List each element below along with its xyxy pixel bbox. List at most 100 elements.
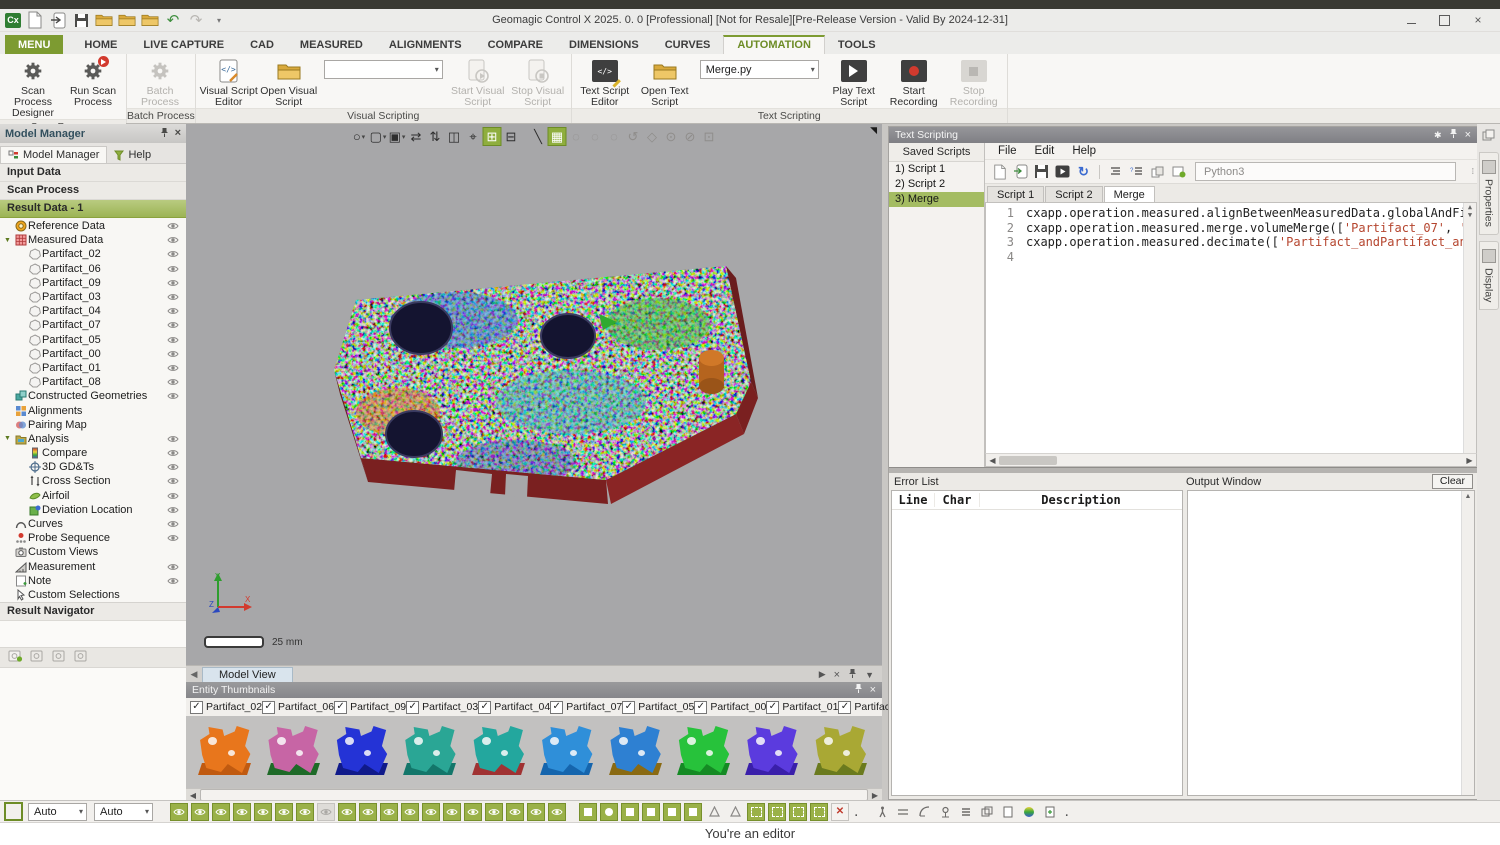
display-mode-icon[interactable]: ○▾ bbox=[350, 127, 369, 146]
thumbnail-partifact_09[interactable] bbox=[329, 721, 397, 783]
navigator-tool-icon-2[interactable] bbox=[30, 649, 45, 667]
tree-item-measurement[interactable]: Measurement bbox=[0, 560, 186, 574]
output-scrollbar[interactable]: ▲ bbox=[1461, 491, 1474, 795]
tree-item-note[interactable]: Note bbox=[0, 574, 186, 588]
qat-dropdown-icon[interactable]: ▾ bbox=[210, 12, 228, 28]
page-plus-icon[interactable] bbox=[1041, 803, 1059, 821]
delete-selection-icon[interactable]: ✕ bbox=[831, 803, 849, 821]
tree-item-custom-selections[interactable]: Custom Selections bbox=[0, 588, 186, 602]
save-script-icon[interactable] bbox=[1033, 163, 1050, 180]
scanned-model-3d[interactable] bbox=[306, 262, 766, 520]
tree-item-partifact-07[interactable]: Partifact_07 bbox=[0, 318, 186, 332]
view-mode-icon[interactable] bbox=[600, 803, 618, 821]
flip-horizontal-icon[interactable]: ⇄ bbox=[407, 127, 426, 146]
scan-process-designer-button[interactable]: Scan Process Designer bbox=[3, 55, 63, 119]
code-line[interactable]: 2cxapp.operation.measured.merge.volumeMe… bbox=[986, 221, 1476, 236]
visibility-toggle-icon[interactable] bbox=[359, 803, 377, 821]
section-scan-process[interactable]: Scan Process bbox=[0, 182, 186, 200]
circle-select-icon[interactable]: ◌ bbox=[567, 127, 586, 146]
tree-item-3d-gd-ts[interactable]: 3D GD&Ts bbox=[0, 460, 186, 474]
thumbnail-partifact_04[interactable] bbox=[466, 721, 534, 783]
panel-collapse-icon[interactable]: ◥ bbox=[870, 125, 877, 136]
tree-item-partifact-05[interactable]: Partifact_05 bbox=[0, 333, 186, 347]
polygon-select-icon[interactable]: ◇ bbox=[643, 127, 662, 146]
tab-scroll-left-icon[interactable]: ◀ bbox=[186, 669, 202, 680]
import-script-icon[interactable] bbox=[1012, 163, 1029, 180]
checkbox-icon[interactable]: ✓ bbox=[262, 701, 275, 714]
sync-view-icon[interactable]: ⊟ bbox=[502, 127, 521, 146]
auto-combo-2[interactable]: Auto▾ bbox=[94, 803, 153, 821]
thumbnail-partifact_00[interactable] bbox=[671, 721, 739, 783]
tree-item-partifact-08[interactable]: Partifact_08 bbox=[0, 375, 186, 389]
ellipse-select-icon[interactable]: ◌ bbox=[586, 127, 605, 146]
visibility-toggle-icon[interactable] bbox=[485, 803, 503, 821]
menu-tab-menu[interactable]: MENU bbox=[5, 35, 63, 54]
open-visual-script-button[interactable]: Open Visual Script bbox=[259, 55, 319, 108]
start-recording-button[interactable]: Start Recording bbox=[884, 55, 944, 108]
code-line[interactable]: 4 bbox=[986, 250, 1476, 265]
text-script-editor-button[interactable]: </>Text Script Editor bbox=[575, 55, 635, 108]
page-icon[interactable] bbox=[999, 803, 1017, 821]
pin-icon[interactable] bbox=[854, 683, 863, 697]
view-menu-icon[interactable]: ▼ bbox=[865, 670, 874, 680]
clear-output-button[interactable]: Clear bbox=[1432, 474, 1473, 489]
section-result-data[interactable]: Result Data - 1 bbox=[0, 200, 186, 218]
menu-tab-home[interactable]: HOME bbox=[71, 35, 130, 54]
tree-item-partifact-00[interactable]: Partifact_00 bbox=[0, 347, 186, 361]
code-line[interactable]: 1cxapp.operation.measured.alignBetweenMe… bbox=[986, 206, 1476, 221]
script-tab-script-1[interactable]: Script 1 bbox=[987, 186, 1044, 202]
visibility-toggle-icon[interactable] bbox=[317, 803, 335, 821]
checkbox-icon[interactable]: ✓ bbox=[622, 701, 635, 714]
import-icon[interactable] bbox=[49, 12, 67, 28]
dual-view-icon[interactable]: ◫ bbox=[445, 127, 464, 146]
panel-stack-icon[interactable] bbox=[1482, 128, 1495, 146]
selection-mode-icon[interactable] bbox=[747, 803, 765, 821]
tree-item-alignments[interactable]: Alignments bbox=[0, 403, 186, 417]
visibility-toggle-icon[interactable] bbox=[443, 803, 461, 821]
thumbnail-partifact_05[interactable] bbox=[602, 721, 670, 783]
ribbon-script-combobox[interactable]: ▾ bbox=[324, 60, 443, 79]
checkbox-icon[interactable]: ✓ bbox=[406, 701, 419, 714]
tree-item-pairing-map[interactable]: Pairing Map bbox=[0, 418, 186, 432]
visibility-toggle-icon[interactable] bbox=[191, 803, 209, 821]
tab-scroll-right-icon[interactable]: ▶ bbox=[819, 669, 826, 680]
saved-script-item-3[interactable]: 3) Merge bbox=[889, 192, 984, 207]
menu-tab-curves[interactable]: CURVES bbox=[652, 35, 724, 54]
view-mode-icon[interactable] bbox=[621, 803, 639, 821]
visibility-toggle-icon[interactable] bbox=[275, 803, 293, 821]
navigator-tool-icon-4[interactable] bbox=[74, 649, 89, 667]
pin-icon[interactable] bbox=[1449, 128, 1458, 142]
visibility-toggle-icon[interactable] bbox=[380, 803, 398, 821]
tree-item-deviation-location[interactable]: Deviation Location bbox=[0, 503, 186, 517]
menu-tab-alignments[interactable]: ALIGNMENTS bbox=[376, 35, 475, 54]
script-settings-icon[interactable] bbox=[1170, 163, 1187, 180]
minimize-button[interactable] bbox=[1407, 16, 1416, 24]
copy-block-icon[interactable] bbox=[1149, 163, 1166, 180]
thumbnail-check-partifact_05[interactable]: ✓Partifact_05 bbox=[622, 701, 694, 714]
visibility-toggle-icon[interactable] bbox=[464, 803, 482, 821]
script-tab-script-2[interactable]: Script 2 bbox=[1045, 186, 1102, 202]
flood-select-icon[interactable]: ⊘ bbox=[681, 127, 700, 146]
tree-item-partifact-04[interactable]: Partifact_04 bbox=[0, 304, 186, 318]
normal-direction-icon[interactable] bbox=[726, 803, 744, 821]
thumbnail-partifact_06[interactable] bbox=[260, 721, 328, 783]
thumbnail-partifact_03[interactable] bbox=[397, 721, 465, 783]
view-mode-icon[interactable] bbox=[642, 803, 660, 821]
view-orientation-icon[interactable]: ▢▾ bbox=[369, 127, 388, 146]
tree-item-custom-views[interactable]: Custom Views bbox=[0, 545, 186, 559]
thumbnail-check-partifact_00[interactable]: ✓Partifact_00 bbox=[694, 701, 766, 714]
layers-icon[interactable] bbox=[978, 803, 996, 821]
freeform-select-icon[interactable]: ◌ bbox=[605, 127, 624, 146]
tree-item-partifact-02[interactable]: Partifact_02 bbox=[0, 247, 186, 261]
close-icon[interactable]: × bbox=[175, 128, 181, 139]
probe-icon[interactable] bbox=[873, 803, 891, 821]
thumbnail-check-partifact_03[interactable]: ✓Partifact_03 bbox=[406, 701, 478, 714]
visual-script-editor-button[interactable]: </>Visual Script Editor bbox=[199, 55, 259, 108]
thumbnail-check-partifact_09[interactable]: ✓Partifact_09 bbox=[334, 701, 406, 714]
visibility-toggle-icon[interactable] bbox=[296, 803, 314, 821]
thumbnail-partifact_07[interactable] bbox=[534, 721, 602, 783]
menu-tab-automation[interactable]: AUTOMATION bbox=[723, 35, 825, 54]
auto-combo-1[interactable]: Auto▾ bbox=[28, 803, 87, 821]
new-document-icon[interactable] bbox=[26, 12, 44, 28]
stack-icon[interactable] bbox=[957, 803, 975, 821]
